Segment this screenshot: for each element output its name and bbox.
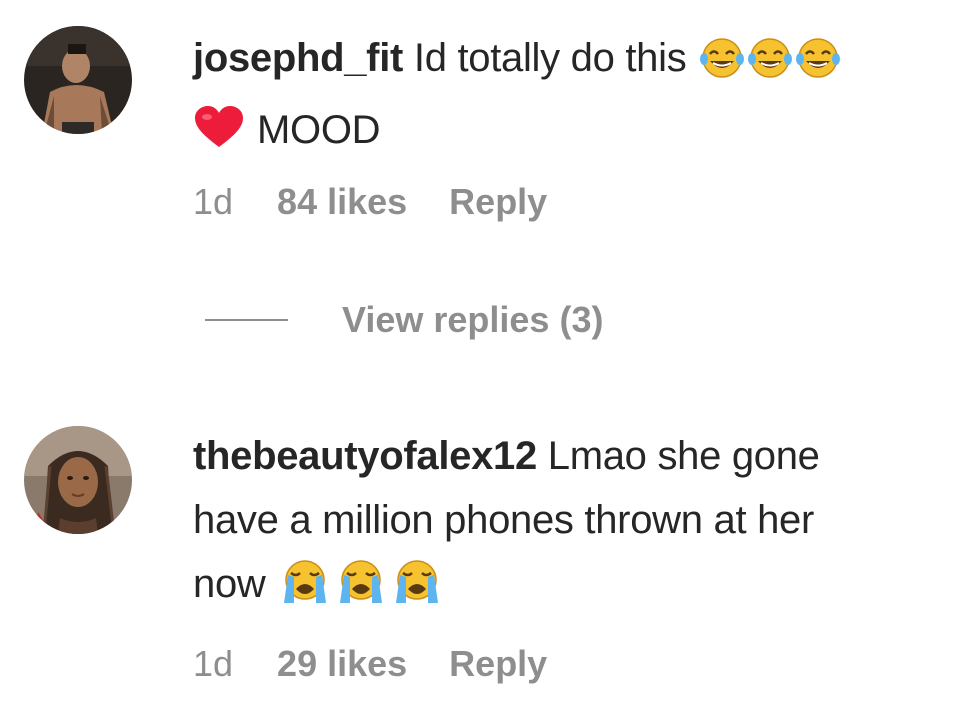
comment-text-part: MOOD: [257, 108, 381, 152]
comment-item: thebeautyofalex12 Lmao she gone have a m…: [0, 360, 980, 720]
comment-text-part: have a million phones thrown at her: [193, 498, 814, 542]
comment-line-2: MOOD: [193, 98, 953, 168]
avatar-photo: [24, 426, 132, 534]
view-replies-divider: [205, 319, 288, 321]
avatar[interactable]: [24, 26, 132, 134]
comment-username[interactable]: josephd_fit: [193, 36, 403, 80]
reply-button[interactable]: Reply: [449, 643, 547, 685]
comment-text-part: Lmao she gone: [547, 434, 820, 478]
comment-meta: 1d 84 likes Reply: [193, 180, 547, 224]
comment-text: thebeautyofalex12 Lmao she gone have a m…: [193, 424, 953, 624]
view-replies-label: View replies (3): [342, 299, 604, 340]
loudly-crying-face-icon: [278, 559, 332, 624]
face-with-tears-of-joy-icon: [747, 34, 793, 98]
view-replies-button[interactable]: View replies (3): [205, 298, 603, 342]
avatar[interactable]: [24, 426, 132, 534]
comment-line-1: josephd_fit Id totally do this: [193, 26, 953, 98]
comment-line-1: thebeautyofalex12 Lmao she gone: [193, 424, 953, 488]
comment-text: josephd_fit Id totally do this MOOD: [193, 26, 953, 168]
avatar-photo: [24, 26, 132, 134]
comment-meta: 1d 29 likes Reply: [193, 642, 547, 686]
face-with-tears-of-joy-icon: [795, 34, 841, 98]
comment-timestamp[interactable]: 1d: [193, 181, 233, 223]
comment-likes-count[interactable]: 29 likes: [277, 643, 407, 685]
face-with-tears-of-joy-icon: [699, 34, 745, 98]
comment-username[interactable]: thebeautyofalex12: [193, 434, 537, 478]
red-heart-icon: [193, 104, 245, 168]
loudly-crying-face-icon: [334, 559, 388, 624]
comment-line-3: now: [193, 552, 953, 624]
comment-item: josephd_fit Id totally do this MOOD 1d 8…: [0, 0, 980, 360]
comment-text-part: now: [193, 562, 266, 606]
comment-line-2: have a million phones thrown at her: [193, 488, 953, 552]
loudly-crying-face-icon: [390, 559, 444, 624]
reply-button[interactable]: Reply: [449, 181, 547, 223]
comment-likes-count[interactable]: 84 likes: [277, 181, 407, 223]
comment-text-part: Id totally do this: [413, 36, 687, 80]
comment-timestamp[interactable]: 1d: [193, 643, 233, 685]
